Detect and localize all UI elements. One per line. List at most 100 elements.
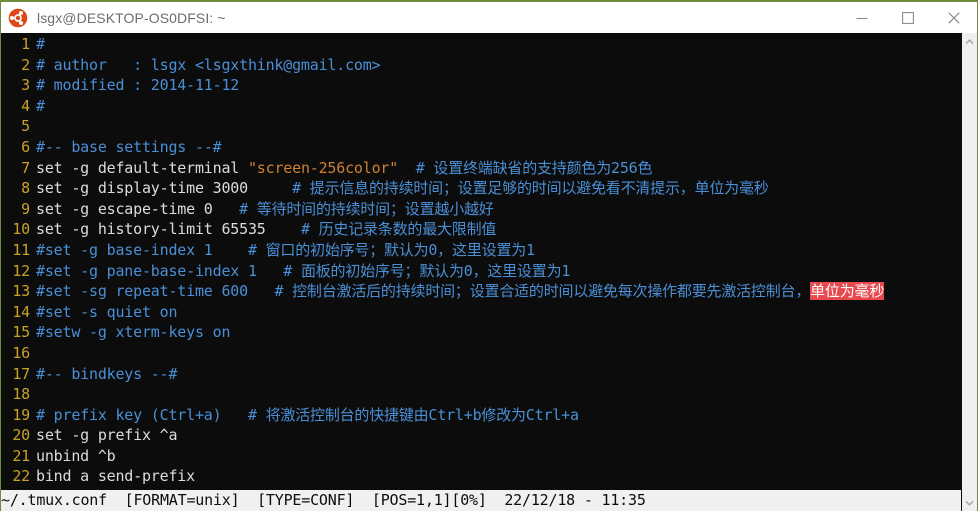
- line-number: 19: [12, 405, 30, 424]
- editor-line[interactable]: 14 #set -s quiet on: [1, 302, 961, 323]
- line-number: 22: [12, 467, 30, 486]
- code-segment: # modified : 2014-11-12: [36, 76, 240, 95]
- terminal-window: lsgx@DESKTOP-OS0DFSI: ~ 1 #2 # author : ls…: [0, 0, 978, 511]
- window-title: lsgx@DESKTOP-OS0DFSI: ~: [37, 9, 226, 26]
- line-number: 8: [21, 179, 30, 198]
- code-segment: set -g prefix ^a: [36, 426, 178, 445]
- minimize-button[interactable]: [839, 2, 885, 33]
- editor-line[interactable]: 6 #-- base settings --#: [1, 137, 961, 158]
- vim-editor-buffer[interactable]: 1 #2 # author : lsgx <lsgxthink@gmail.com>…: [1, 33, 961, 511]
- code-segment: # 窗口的初始序号；默认为0，这里设置为1: [247, 240, 535, 259]
- code-segment: # author : lsgx <lsgxthink@gmail.com>: [36, 55, 381, 74]
- code-segment: "screen-256color": [247, 158, 399, 177]
- line-number: 20: [12, 426, 30, 445]
- line-number: 15: [12, 323, 30, 342]
- line-number: 4: [21, 96, 30, 115]
- highlighted-text: 单位为毫秒: [810, 282, 885, 301]
- editor-line[interactable]: 13 #set -sg repeat-time 600 # 控制台激活后的持续时间…: [1, 281, 961, 302]
- line-number: 14: [12, 302, 30, 321]
- code-segment: #set -g pane-base-index 1: [36, 261, 257, 280]
- close-icon: [948, 11, 960, 24]
- line-number: 7: [21, 158, 30, 177]
- line-number: 11: [12, 240, 30, 259]
- terminal-scrollbar[interactable]: [961, 33, 977, 511]
- editor-line[interactable]: 8 set -g display-time 3000 # 提示信息的持续时间；设置…: [1, 178, 961, 199]
- line-number: 9: [21, 199, 30, 218]
- code-segment: #setw -g xterm-keys on: [36, 323, 231, 342]
- editor-line[interactable]: 2 # author : lsgx <lsgxthink@gmail.com>: [1, 55, 961, 76]
- editor-line[interactable]: 1 #: [1, 34, 961, 55]
- editor-line[interactable]: 3 # modified : 2014-11-12: [1, 75, 961, 96]
- vim-status-line: ~/.tmux.conf [FORMAT=unix] [TYPE=CONF] […: [1, 490, 961, 511]
- line-number: 16: [12, 343, 30, 362]
- ubuntu-logo-icon: [8, 8, 28, 28]
- editor-line[interactable]: 9 set -g escape-time 0 # 等待时间的持续时间；设置越小越好: [1, 199, 961, 220]
- maximize-icon: [902, 11, 914, 24]
- editor-line[interactable]: 5: [1, 116, 961, 137]
- line-number: 1: [21, 35, 30, 53]
- minimize-icon: [856, 17, 868, 19]
- editor-line[interactable]: 21 unbind ^b: [1, 446, 961, 467]
- editor-line[interactable]: 18: [1, 384, 961, 405]
- line-number: 10: [12, 220, 30, 239]
- line-number: 21: [12, 446, 30, 465]
- editor-line[interactable]: 17 #-- bindkeys --#: [1, 364, 961, 385]
- code-segment: #: [36, 35, 45, 53]
- scrollbar-down-button[interactable]: [962, 494, 978, 511]
- code-segment: # 提示信息的持续时间；设置足够的时间以避免看不清提示，单位为毫秒: [292, 179, 769, 198]
- close-button[interactable]: [931, 2, 977, 33]
- code-segment: unbind ^b: [36, 446, 116, 465]
- code-segment: # 历史记录条数的最大限制值: [300, 220, 497, 239]
- maximize-button[interactable]: [885, 2, 931, 33]
- chevron-down-icon: [965, 500, 974, 506]
- editor-line[interactable]: 11 #set -g base-index 1 # 窗口的初始序号；默认为0，这里…: [1, 240, 961, 261]
- code-segment: #: [36, 96, 45, 115]
- editor-line[interactable]: 10 set -g history-limit 65535 # 历史记录条数的最大…: [1, 219, 961, 240]
- editor-line[interactable]: 22 bind a send-prefix: [1, 466, 961, 487]
- code-segment: set -g escape-time 0: [36, 199, 213, 218]
- line-number: 2: [21, 55, 30, 74]
- editor-line[interactable]: 19 # prefix key (Ctrl+a) # 将激活控制台的快捷键由Ctr…: [1, 405, 961, 426]
- window-titlebar[interactable]: lsgx@DESKTOP-OS0DFSI: ~: [1, 2, 977, 33]
- editor-line[interactable]: 20 set -g prefix ^a: [1, 425, 961, 446]
- code-segment: #set -sg repeat-time 600: [36, 282, 248, 301]
- line-number: 5: [21, 117, 30, 136]
- code-segment: #set -s quiet on: [36, 302, 178, 321]
- line-number: 17: [12, 364, 30, 383]
- editor-line[interactable]: 16: [1, 343, 961, 364]
- editor-line[interactable]: 15 #setw -g xterm-keys on: [1, 322, 961, 343]
- code-segment: # 将激活控制台的快捷键由Ctrl+b修改为Ctrl+a: [247, 405, 579, 424]
- chevron-up-icon: [965, 38, 974, 44]
- code-segment: # 控制台激活后的持续时间；设置合适的时间以避免每次操作都要先激活控制台，: [274, 282, 811, 301]
- code-segment: #-- base settings --#: [36, 137, 222, 156]
- code-segment: # 面板的初始序号；默认为0，这里设置为1: [283, 261, 571, 280]
- line-number: 6: [21, 137, 30, 156]
- code-segment: # 设置终端缺省的支持颜色为256色: [415, 158, 653, 177]
- editor-line[interactable]: 7 set -g default-terminal "screen-256colo…: [1, 158, 961, 179]
- code-segment: set -g default-terminal: [36, 158, 248, 177]
- scrollbar-up-button[interactable]: [962, 33, 978, 50]
- code-segment: # 等待时间的持续时间；设置越小越好: [239, 199, 494, 218]
- editor-line[interactable]: 4 #: [1, 96, 961, 117]
- code-segment: bind a send-prefix: [36, 467, 195, 486]
- code-segment: #set -g base-index 1: [36, 240, 213, 259]
- line-number: 13: [12, 282, 30, 301]
- editor-line[interactable]: 12 #set -g pane-base-index 1 # 面板的初始序号；默认…: [1, 261, 961, 282]
- code-segment: set -g history-limit 65535: [36, 220, 266, 239]
- line-number: 18: [12, 385, 30, 404]
- titlebar-left-group: lsgx@DESKTOP-OS0DFSI: ~: [1, 8, 839, 28]
- line-number: 3: [21, 76, 30, 95]
- code-segment: set -g display-time 3000: [36, 179, 248, 198]
- code-segment: #-- bindkeys --#: [36, 364, 178, 383]
- line-number: 12: [12, 261, 30, 280]
- terminal-viewport[interactable]: 1 #2 # author : lsgx <lsgxthink@gmail.com>…: [1, 33, 961, 511]
- code-segment: # prefix key (Ctrl+a): [36, 405, 222, 424]
